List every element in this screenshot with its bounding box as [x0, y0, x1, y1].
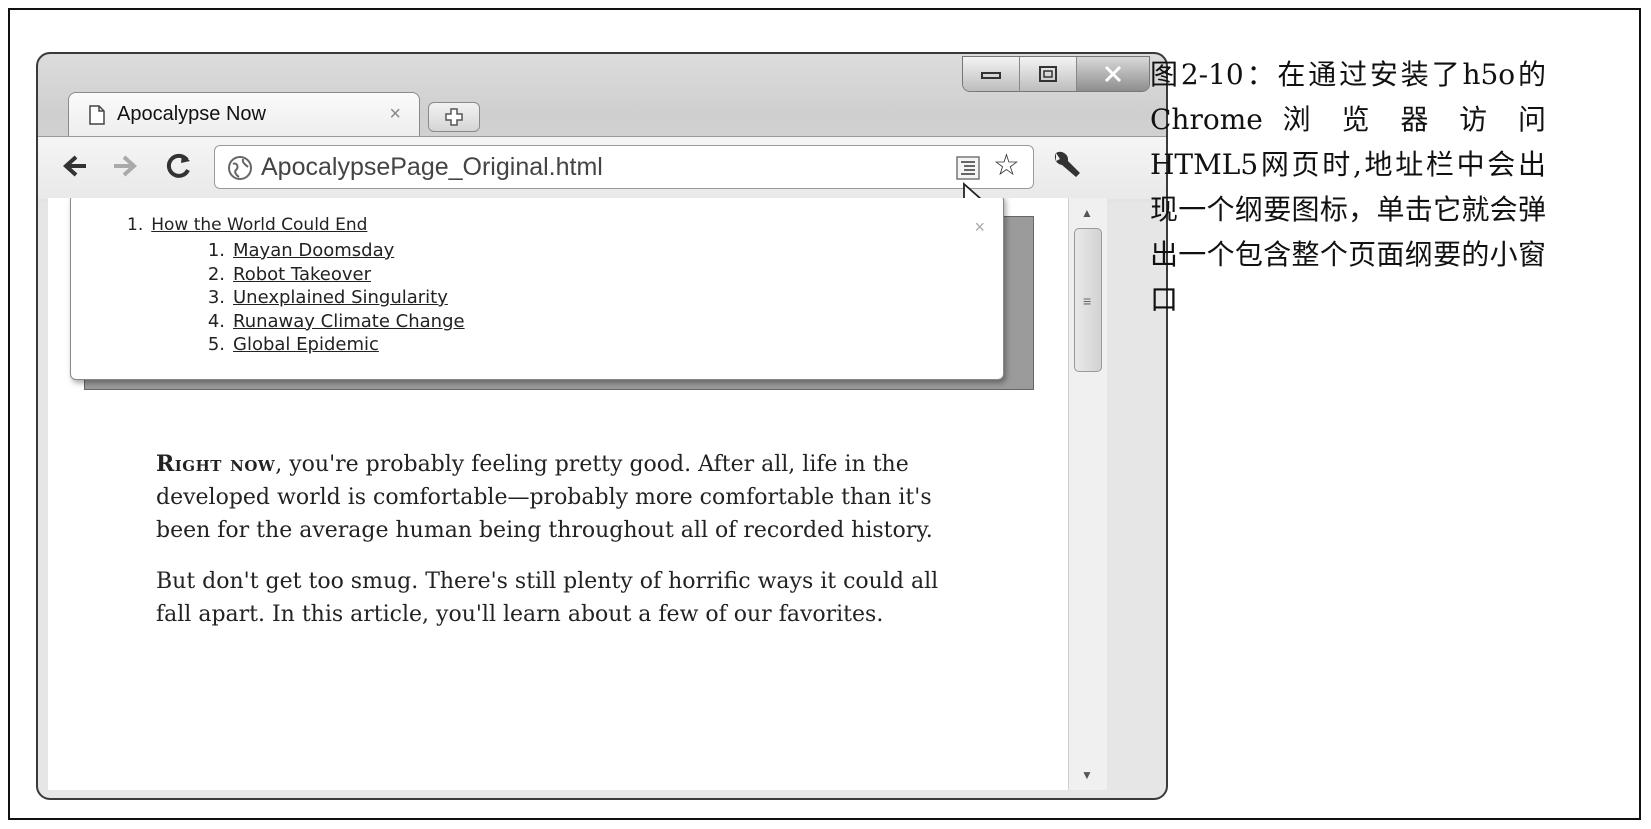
toolbar: ApocalypsePage_Original.html ☆ [38, 136, 1166, 199]
forward-icon[interactable] [110, 151, 140, 188]
outline-number: 5. [207, 334, 225, 355]
scrollbar-thumb[interactable]: ≡ [1074, 228, 1102, 372]
outline-popup: × 1. How the World Could End 1. Mayan Doom… [70, 198, 1004, 380]
lead-in: Right now [156, 451, 276, 477]
page-content: × 1. How the World Could End 1. Mayan Doom… [48, 198, 1068, 790]
outline-sub-list: 1. Mayan Doomsday 2. Robot Takeover 3. Unex… [199, 239, 465, 357]
minimize-icon [980, 72, 1001, 79]
tab-apocalypse-now[interactable]: Apocalypse Now × [68, 92, 420, 136]
close-window-button[interactable] [1076, 57, 1149, 91]
maximize-button[interactable] [1019, 57, 1077, 91]
outline-icon[interactable] [955, 155, 981, 181]
wrench-icon[interactable] [1048, 147, 1082, 181]
outline-number: 1. [207, 240, 225, 261]
reload-icon[interactable] [164, 151, 194, 189]
figure-frame: Apocalypse Now × ApocalypsePage_Original… [8, 8, 1641, 820]
outline-link-unexplained-singularity[interactable]: Unexplained Singularity [233, 287, 448, 308]
tab-close-icon[interactable]: × [389, 103, 401, 126]
outline-sub-item: 1. Mayan Doomsday [199, 239, 465, 263]
address-bar[interactable]: ApocalypsePage_Original.html ☆ [214, 145, 1034, 189]
maximize-icon [1038, 66, 1057, 82]
outline-top-item: 1. How the World Could End [127, 215, 367, 235]
outline-link-runaway-climate-change[interactable]: Runaway Climate Change [233, 311, 465, 332]
outline-number: 2. [207, 263, 225, 285]
article-paragraph: But don't get too smug. There's still pl… [156, 569, 939, 627]
minimize-button[interactable] [963, 57, 1020, 91]
back-icon[interactable] [60, 151, 90, 188]
article-paragraph: Right now, you're probably feeling prett… [156, 448, 956, 547]
close-icon [1104, 65, 1121, 83]
outline-link-how-the-world-could-end[interactable]: How the World Could End [151, 215, 367, 235]
new-tab-button[interactable] [428, 102, 480, 132]
globe-icon [228, 156, 252, 180]
scroll-down-icon[interactable]: ▼ [1081, 768, 1093, 782]
url-text: ApocalypsePage_Original.html [261, 153, 603, 181]
outline-sub-item: 5. Global Epidemic [199, 333, 465, 357]
tab-title: Apocalypse Now [117, 103, 266, 125]
outline-number: 4. [207, 310, 225, 332]
outline-link-mayan-doomsday[interactable]: Mayan Doomsday [233, 240, 394, 261]
browser-window: Apocalypse Now × ApocalypsePage_Original… [36, 52, 1168, 800]
outline-sub-item: 2. Robot Takeover [199, 263, 465, 287]
outline-link-robot-takeover[interactable]: Robot Takeover [233, 264, 371, 285]
outline-sub-item: 4. Runaway Climate Change [199, 310, 465, 334]
outline-link-global-epidemic[interactable]: Global Epidemic [233, 334, 379, 355]
window-controls [962, 56, 1150, 92]
vertical-scrollbar[interactable]: ▲ ≡ ▼ [1068, 198, 1107, 790]
plus-icon [445, 108, 463, 126]
outline-sub-item: 3. Unexplained Singularity [199, 286, 465, 310]
outline-number: 1. [127, 215, 144, 235]
grip-icon: ≡ [1083, 293, 1092, 309]
page-icon [89, 104, 105, 125]
scroll-up-icon[interactable]: ▲ [1081, 206, 1093, 220]
article-body: Right now, you're probably feeling prett… [156, 448, 956, 649]
star-icon[interactable]: ☆ [993, 151, 1020, 181]
figure-caption: 图2-10：在通过安装了h5o的 Chrome 浏 览 器 访 问 HTML5网… [1150, 58, 1546, 316]
popup-close-icon[interactable]: × [974, 217, 985, 238]
outline-number: 3. [207, 287, 225, 308]
